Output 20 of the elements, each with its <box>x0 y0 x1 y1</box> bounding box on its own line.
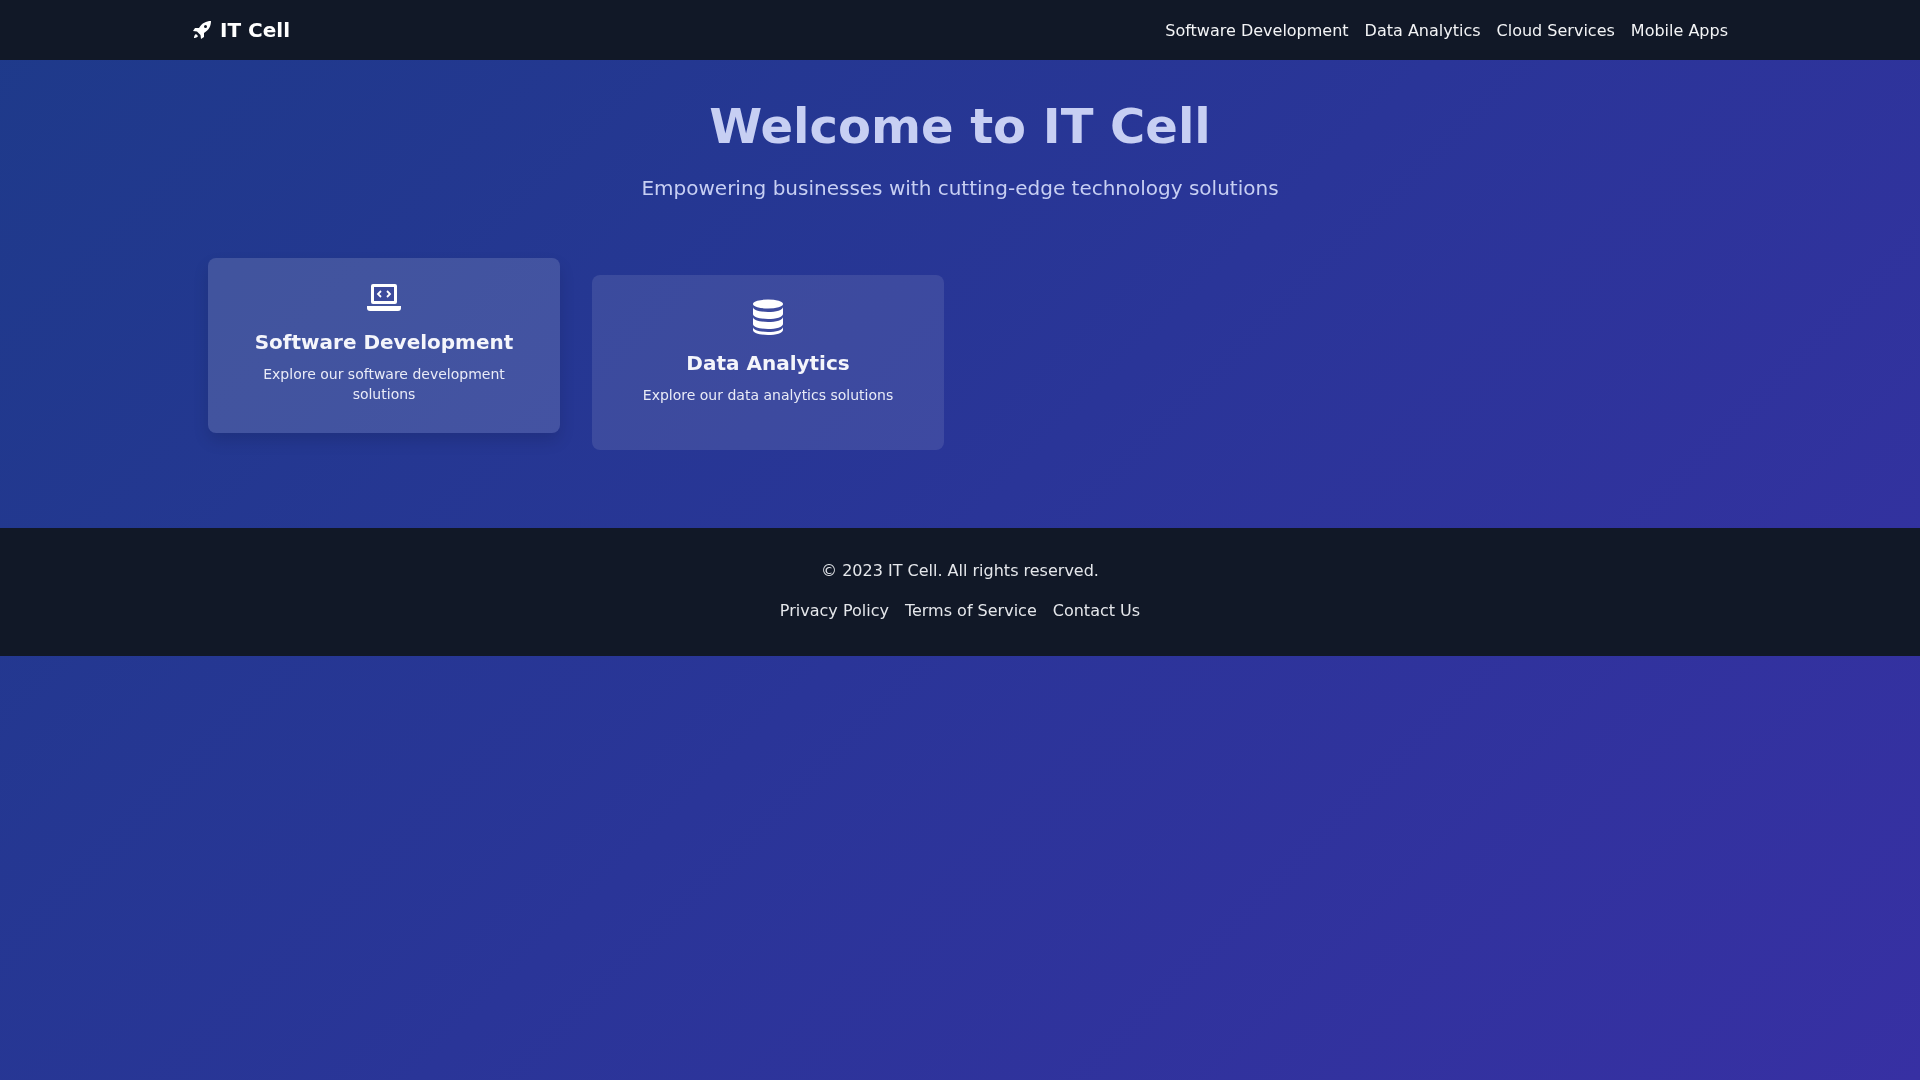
footer-link[interactable]: Contact Us <box>1052 599 1141 623</box>
database-icon <box>752 299 784 335</box>
nav-link[interactable]: Mobile Apps <box>1630 20 1728 40</box>
nav-link[interactable]: Cloud Services <box>1496 20 1615 40</box>
laptop-code-icon <box>366 282 402 314</box>
card-title: Software Development <box>254 329 514 356</box>
hero-title: Welcome to IT Cell <box>708 97 1212 155</box>
card-description: Explore our software development solutions <box>262 365 506 404</box>
card-title: Data Analytics <box>686 350 850 377</box>
site-logo[interactable]: IT Cell <box>220 18 290 42</box>
service-card[interactable]: Software Development Explore our software development solutions <box>208 258 560 433</box>
hero-subtitle: Empowering businesses with cutting-edge technology solutions <box>640 175 1280 202</box>
nav-link[interactable]: Software Development <box>1165 20 1349 40</box>
rocket-icon <box>192 20 212 40</box>
service-card[interactable]: Data Analytics Explore our data analytics solutions <box>592 275 944 450</box>
card-description: Explore our data analytics solutions <box>642 386 894 405</box>
footer-link[interactable]: Privacy Policy <box>779 599 889 623</box>
footer-link[interactable]: Terms of Service <box>904 599 1037 623</box>
nav-link[interactable]: Data Analytics <box>1364 20 1481 40</box>
copyright-text: © 2023 IT Cell. All rights reserved. <box>820 560 1100 582</box>
